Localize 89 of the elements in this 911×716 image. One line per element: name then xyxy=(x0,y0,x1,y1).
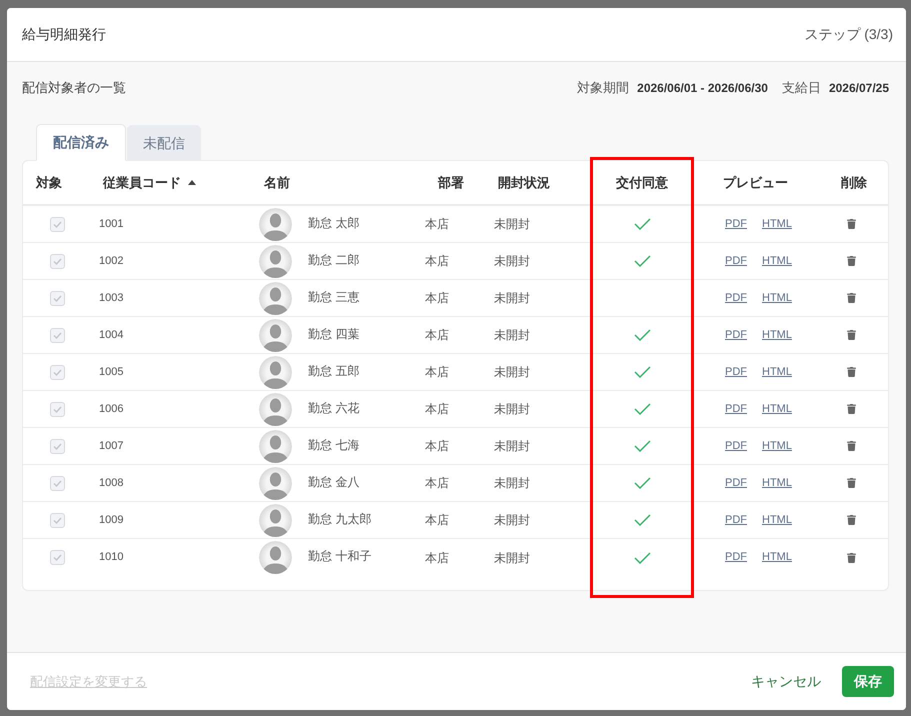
avatar-icon xyxy=(259,392,292,426)
period-value: 2026/06/01 - 2026/06/30 xyxy=(637,80,768,97)
trash-icon[interactable] xyxy=(847,515,856,525)
tick-icon xyxy=(53,368,62,376)
department: 本店 xyxy=(425,550,449,566)
employee-code: 1005 xyxy=(99,364,124,380)
open-status: 未開封 xyxy=(494,512,530,529)
cancel-button[interactable]: キャンセル xyxy=(744,666,828,697)
tick-icon xyxy=(53,406,62,412)
avatar-icon xyxy=(259,356,292,388)
step-indicator: ステップ (3/3) xyxy=(804,25,893,44)
employee-code: 1009 xyxy=(99,512,124,528)
payday-label: 支給日 xyxy=(782,79,821,98)
department: 本店 xyxy=(425,475,449,492)
employee-name: 勤怠 金八 xyxy=(308,474,360,490)
section-heading: 配信対象者の一覧 xyxy=(22,79,126,98)
department: 本店 xyxy=(425,438,449,455)
tick-icon xyxy=(53,258,62,264)
employee-code: 1001 xyxy=(99,216,124,232)
tick-icon xyxy=(53,442,62,450)
department: 本店 xyxy=(425,364,449,381)
employee-name: 勤怠 二郎 xyxy=(308,252,360,268)
payday-value: 2026/07/25 xyxy=(828,80,889,97)
open-status: 未開封 xyxy=(494,290,530,307)
department: 本店 xyxy=(425,327,449,344)
tab[interactable]: 配信済み xyxy=(36,124,126,161)
dialog-title: 給与明細発行 xyxy=(22,25,106,44)
tick-icon xyxy=(53,554,62,561)
avatar-icon xyxy=(259,244,292,278)
department: 本店 xyxy=(425,401,449,418)
column-header: 部署 xyxy=(438,174,464,192)
trash-icon[interactable] xyxy=(847,404,856,414)
column-header[interactable]: 従業員コード xyxy=(103,172,181,192)
column-header: 削除 xyxy=(841,174,867,192)
department: 本店 xyxy=(425,512,449,529)
trash-icon[interactable] xyxy=(847,256,856,266)
employee-code: 1002 xyxy=(99,254,124,269)
open-status: 未開封 xyxy=(494,401,530,418)
employee-name: 勤怠 太郎 xyxy=(308,214,360,232)
open-status: 未開封 xyxy=(494,364,530,381)
employee-name: 勤怠 七海 xyxy=(308,436,360,454)
open-status: 未開封 xyxy=(494,438,530,455)
column-header: 名前 xyxy=(264,174,290,192)
employee-code: 1004 xyxy=(99,328,124,343)
avatar-icon xyxy=(259,318,292,352)
employee-name: 勤怠 四葉 xyxy=(308,326,360,342)
trash-icon[interactable] xyxy=(847,478,856,488)
open-status: 未開封 xyxy=(494,327,530,344)
department: 本店 xyxy=(425,290,449,307)
open-status: 未開封 xyxy=(494,475,530,492)
department: 本店 xyxy=(425,216,449,233)
avatar-icon xyxy=(259,430,292,462)
tick-icon xyxy=(53,516,62,524)
sort-ascending-icon[interactable] xyxy=(188,180,196,185)
employee-name: 勤怠 十和子 xyxy=(308,548,372,565)
employee-code: 1008 xyxy=(99,476,124,491)
open-status: 未開封 xyxy=(494,253,530,270)
column-header: 交付同意 xyxy=(616,174,668,192)
avatar-icon xyxy=(259,504,292,536)
employee-code: 1007 xyxy=(99,438,124,454)
employee-name: 勤怠 九太郎 xyxy=(308,510,372,528)
column-header: プレビュー xyxy=(723,174,788,192)
column-header: 対象 xyxy=(36,174,62,192)
open-status: 未開封 xyxy=(494,216,530,233)
employee-name: 勤怠 三恵 xyxy=(308,288,360,306)
tick-icon xyxy=(53,294,62,302)
tab[interactable]: 未配信 xyxy=(127,125,201,161)
trash-icon[interactable] xyxy=(847,367,856,377)
trash-icon[interactable] xyxy=(847,330,856,340)
trash-icon[interactable] xyxy=(847,441,856,451)
department: 本店 xyxy=(425,253,449,270)
avatar-icon xyxy=(259,466,292,500)
employee-code: 1006 xyxy=(99,402,124,417)
employee-name: 勤怠 五郎 xyxy=(308,362,360,380)
employee-code: 1010 xyxy=(99,550,124,566)
tick-icon xyxy=(53,220,62,228)
employee-name: 勤怠 六花 xyxy=(308,400,360,416)
avatar-icon xyxy=(259,208,292,240)
trash-icon[interactable] xyxy=(847,219,856,229)
tick-icon xyxy=(53,480,62,486)
open-status: 未開封 xyxy=(494,550,530,566)
period-label: 対象期間 xyxy=(577,79,630,98)
tick-icon xyxy=(53,332,62,338)
column-header: 開封状況 xyxy=(498,174,550,192)
avatar-icon xyxy=(259,541,292,574)
avatar-icon xyxy=(259,282,292,314)
save-button[interactable]: 保存 xyxy=(842,666,894,697)
employee-code: 1003 xyxy=(99,290,124,306)
trash-icon[interactable] xyxy=(847,552,856,562)
